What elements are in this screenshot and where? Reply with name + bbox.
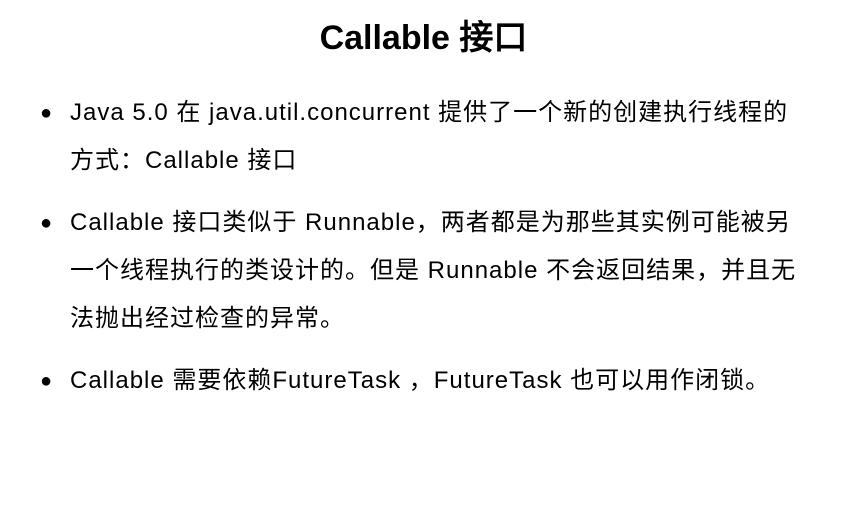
list-item: Callable 需要依赖FutureTask ，FutureTask 也可以用… bbox=[40, 357, 807, 405]
bullet-list: Java 5.0 在 java.util.concurrent 提供了一个新的创… bbox=[40, 89, 807, 405]
list-item: Java 5.0 在 java.util.concurrent 提供了一个新的创… bbox=[40, 89, 807, 185]
slide-title: Callable 接口 bbox=[40, 10, 807, 59]
list-item: Callable 接口类似于 Runnable，两者都是为那些其实例可能被另一个… bbox=[40, 199, 807, 343]
